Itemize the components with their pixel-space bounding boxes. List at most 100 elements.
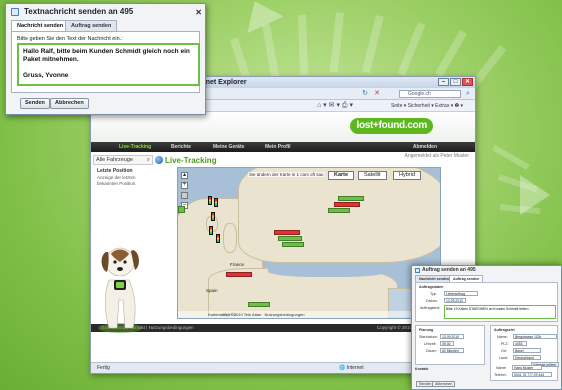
vehicle-marker[interactable] [328, 208, 350, 213]
search-icon[interactable]: ⌕ [464, 90, 472, 98]
city-label: Ort: [501, 349, 507, 353]
cancel-button[interactable]: Abbrechen [432, 381, 456, 387]
date-label: Datum: [426, 299, 438, 303]
logout-link[interactable]: Abmelden [413, 142, 437, 152]
status-text: Fertig [97, 365, 110, 371]
type-label: Typ: [430, 292, 437, 296]
traffic-light-marker[interactable] [209, 226, 213, 235]
dialog-body: Bitte geben Sie den Text der Nachricht e… [11, 31, 200, 93]
section-heading: Kontakt [415, 367, 429, 371]
traffic-light-marker[interactable] [208, 196, 212, 205]
search-input[interactable]: Google.ch [399, 90, 461, 98]
close-icon[interactable]: ✕ [195, 5, 202, 21]
message-prompt: Bitte geben Sie den Text der Nachricht e… [17, 36, 123, 42]
city-field[interactable]: Basel [513, 348, 541, 353]
vehicle-marker[interactable] [278, 236, 302, 241]
dialog-tabs: Nachricht senden Auftrag senden [11, 20, 205, 31]
traffic-light-marker[interactable] [216, 234, 220, 243]
street-label: Name: [497, 335, 508, 339]
message-textarea[interactable]: Hallo Ralf, bitte beim Kunden Schmidt gl… [17, 43, 200, 86]
maximize-button[interactable]: □ [450, 78, 461, 86]
minimize-button[interactable]: – [438, 78, 449, 86]
dialog2-title: Auftrag senden an 495 [422, 267, 476, 273]
type-select[interactable]: Lieferauftrag [444, 291, 478, 296]
site-nav: Live-Tracking Berichte Meine Geräte Mein… [91, 142, 475, 152]
vehicle-marker[interactable] [282, 242, 304, 247]
search-icon[interactable]: ⌕ [147, 156, 150, 165]
dog-mascot-image [98, 247, 142, 333]
vehicle-marker[interactable] [334, 202, 360, 207]
background-ray [361, 15, 384, 74]
chevron-arrow-icon [520, 175, 550, 215]
send-button[interactable]: Senden [20, 98, 50, 109]
map-view[interactable]: Sie ändern der Karte in 1 cars oft sau K… [177, 167, 441, 319]
start-date-field[interactable]: 13.09.2010 [440, 334, 464, 339]
tab-send-message[interactable]: Nachricht senden [415, 275, 454, 282]
chevron-arrow-icon [236, 0, 284, 34]
vehicle-marker[interactable] [338, 196, 364, 201]
home-icon[interactable]: ⌂ ▾ ✉ ▾ ⎙ ▾ [317, 100, 353, 112]
section-heading: Auftragsdaten [419, 285, 444, 289]
duration-select[interactable]: 60 Minuten [440, 348, 464, 353]
vehicle-marker[interactable] [274, 230, 300, 235]
dialog2-tabs: Nachricht senden Auftrag senden [415, 275, 561, 282]
vehicle-selector-label: Alle Fahrzeuge [96, 157, 133, 163]
background-ray [492, 144, 530, 170]
traffic-light-marker[interactable] [214, 198, 218, 207]
vehicle-marker[interactable] [248, 302, 270, 307]
vehicle-marker[interactable] [226, 272, 252, 277]
map-type-map[interactable]: Karte [328, 171, 355, 180]
dialog-titlebar: Textnachricht senden an 495 ✕ [6, 4, 205, 20]
contact-name-field[interactable]: Hans Muster [512, 365, 542, 370]
country-label: Land: [499, 356, 508, 360]
order-icon [415, 268, 420, 273]
section-heading: Planung [419, 328, 434, 332]
pan-up-icon[interactable]: ▴ [181, 172, 188, 179]
vehicle-selector[interactable]: Alle Fahrzeuge ⌕ [93, 155, 153, 165]
map-landmass [238, 168, 440, 263]
logged-in-label: Angemeldet als Peter Muster [404, 153, 469, 159]
planning-panel: Planung Startdatum: 13.09.2010 Uhrzeit: … [415, 325, 485, 365]
close-window-button[interactable]: ✕ [462, 78, 473, 86]
map-label: Spain [206, 288, 218, 293]
site-logo[interactable]: lost+found.com [350, 118, 433, 134]
site-header: lost+found.com [91, 112, 475, 142]
tools-menu[interactable]: Seite ▾ Sicherheit ▾ Extras ▾ ❷ ▾ [391, 100, 463, 112]
order-textarea[interactable]: Bitte 19 Kisten STAEDWEN an Kunden Schmi… [444, 305, 556, 319]
section-heading: Auftragsziel [494, 328, 515, 332]
order-data-panel: Auftragsdaten Typ: Lieferauftrag Datum: … [415, 282, 558, 322]
map-sea [268, 263, 388, 277]
zone-label: Internet [346, 365, 364, 371]
traffic-light-marker[interactable] [211, 212, 215, 221]
street-field[interactable]: Bergstrasse 112b [513, 334, 557, 339]
map-type-hybrid[interactable]: Hybrid [393, 171, 421, 180]
background-ray [298, 14, 309, 75]
security-zone: 🌐 Internet [339, 365, 364, 371]
window-controls: – □ ✕ [438, 78, 473, 86]
sidebar-title: Letzte Position [97, 168, 133, 174]
nav-my-profile[interactable]: Mein Profil [265, 142, 291, 152]
duration-label: Dauer: [426, 349, 437, 353]
tab-send-order[interactable]: Auftrag senden [65, 20, 118, 31]
vehicle-marker[interactable] [178, 206, 185, 213]
phone-field[interactable]: 0041 76 777 29 444 [512, 372, 552, 377]
nav-my-devices[interactable]: Meine Geräte [213, 142, 244, 152]
time-field[interactable]: 09:30 [440, 341, 454, 346]
nav-live-tracking[interactable]: Live-Tracking [119, 142, 151, 152]
message-icon [11, 8, 19, 16]
country-select[interactable]: Deutschland [513, 355, 541, 360]
tab-send-message[interactable]: Nachricht senden [11, 20, 70, 31]
date-field[interactable]: 13.09.2010 [444, 298, 466, 303]
refresh-icon[interactable]: ↻ [361, 90, 369, 98]
zoom-slider-handle[interactable] [181, 192, 188, 199]
stop-icon[interactable]: ✕ [373, 90, 381, 98]
zoom-in-button[interactable]: + [181, 182, 188, 189]
map-type-satellite[interactable]: Satellit [358, 171, 387, 180]
nav-reports[interactable]: Berichte [171, 142, 191, 152]
cancel-button[interactable]: Abbrechen [50, 98, 89, 109]
tab-send-order[interactable]: Auftrag senden [449, 275, 484, 282]
dialog2-titlebar: Auftrag senden an 495 [412, 266, 561, 275]
zip-field[interactable]: 4053 [513, 341, 527, 346]
background-ray [329, 12, 344, 73]
send-message-dialog: Textnachricht senden an 495 ✕ Nachricht … [5, 3, 206, 115]
